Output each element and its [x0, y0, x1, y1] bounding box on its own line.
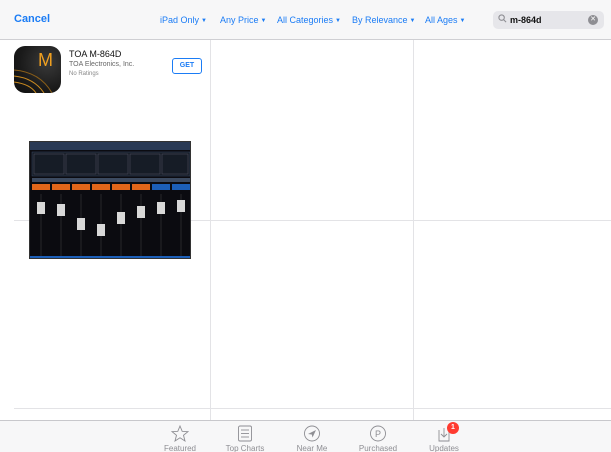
grid-divider — [14, 408, 611, 409]
mixer-screenshot-image — [30, 142, 190, 258]
clear-icon[interactable]: ✕ — [588, 15, 598, 25]
filter-device[interactable]: iPad Only ▼ — [160, 15, 207, 25]
results-grid: M TOA M-864D TOA Electronics, Inc. No Ra… — [0, 40, 611, 420]
tab-updates[interactable]: 1 Updates — [414, 422, 474, 452]
result-card[interactable]: M TOA M-864D TOA Electronics, Inc. No Ra… — [14, 46, 210, 259]
filter-price-label: Any Price — [220, 15, 259, 25]
tab-featured-label: Featured — [163, 444, 197, 452]
tab-purchased[interactable]: P Purchased — [348, 425, 408, 452]
svg-text:P: P — [375, 429, 381, 439]
tab-top-charts[interactable]: Top Charts — [215, 425, 275, 452]
grid-divider — [413, 40, 414, 420]
app-screenshot[interactable] — [29, 141, 191, 259]
filter-sort-label: By Relevance — [352, 15, 408, 25]
tab-near-me[interactable]: Near Me — [282, 425, 342, 452]
tab-featured[interactable]: Featured — [150, 424, 210, 452]
tab-updates-label: Updates — [429, 444, 459, 452]
tab-top-charts-label: Top Charts — [225, 444, 265, 452]
updates-icon: 1 — [435, 422, 459, 442]
get-button[interactable]: GET — [172, 58, 202, 74]
chevron-down-icon: ▼ — [409, 18, 416, 24]
grid-divider — [210, 40, 211, 420]
search-field[interactable]: m-864d ✕ — [493, 11, 604, 29]
search-query: m-864d — [510, 15, 542, 25]
filter-category-label: All Categories — [277, 15, 334, 25]
cancel-button[interactable]: Cancel — [14, 13, 50, 25]
tab-bar: Featured Top Charts Near Me P Purchased … — [0, 420, 611, 452]
app-icon[interactable]: M — [14, 46, 61, 93]
search-header: Cancel iPad Only ▼ Any Price ▼ All Categor… — [0, 0, 611, 40]
tab-purchased-label: Purchased — [358, 444, 398, 452]
filter-age-label: All Ages — [425, 15, 458, 25]
tab-near-me-label: Near Me — [296, 444, 328, 452]
app-icon-letter: M — [38, 50, 53, 70]
list-icon — [236, 425, 254, 442]
chevron-down-icon: ▼ — [260, 18, 267, 24]
app-rating: No Ratings — [69, 71, 99, 77]
location-icon — [303, 425, 321, 442]
filter-price[interactable]: Any Price ▼ — [220, 15, 266, 25]
app-developer: TOA Electronics, Inc. — [69, 61, 135, 68]
filter-sort[interactable]: By Relevance ▼ — [352, 15, 415, 25]
updates-badge: 1 — [447, 422, 459, 434]
filter-device-label: iPad Only — [160, 15, 200, 25]
star-icon — [170, 424, 190, 443]
filter-category[interactable]: All Categories ▼ — [277, 15, 341, 25]
chevron-down-icon: ▼ — [459, 18, 466, 24]
chevron-down-icon: ▼ — [201, 18, 207, 24]
app-name[interactable]: TOA M-864D — [69, 49, 121, 59]
purchased-icon: P — [369, 425, 387, 442]
search-icon — [498, 14, 507, 23]
filter-age[interactable]: All Ages ▼ — [425, 15, 465, 25]
chevron-down-icon: ▼ — [335, 18, 341, 24]
